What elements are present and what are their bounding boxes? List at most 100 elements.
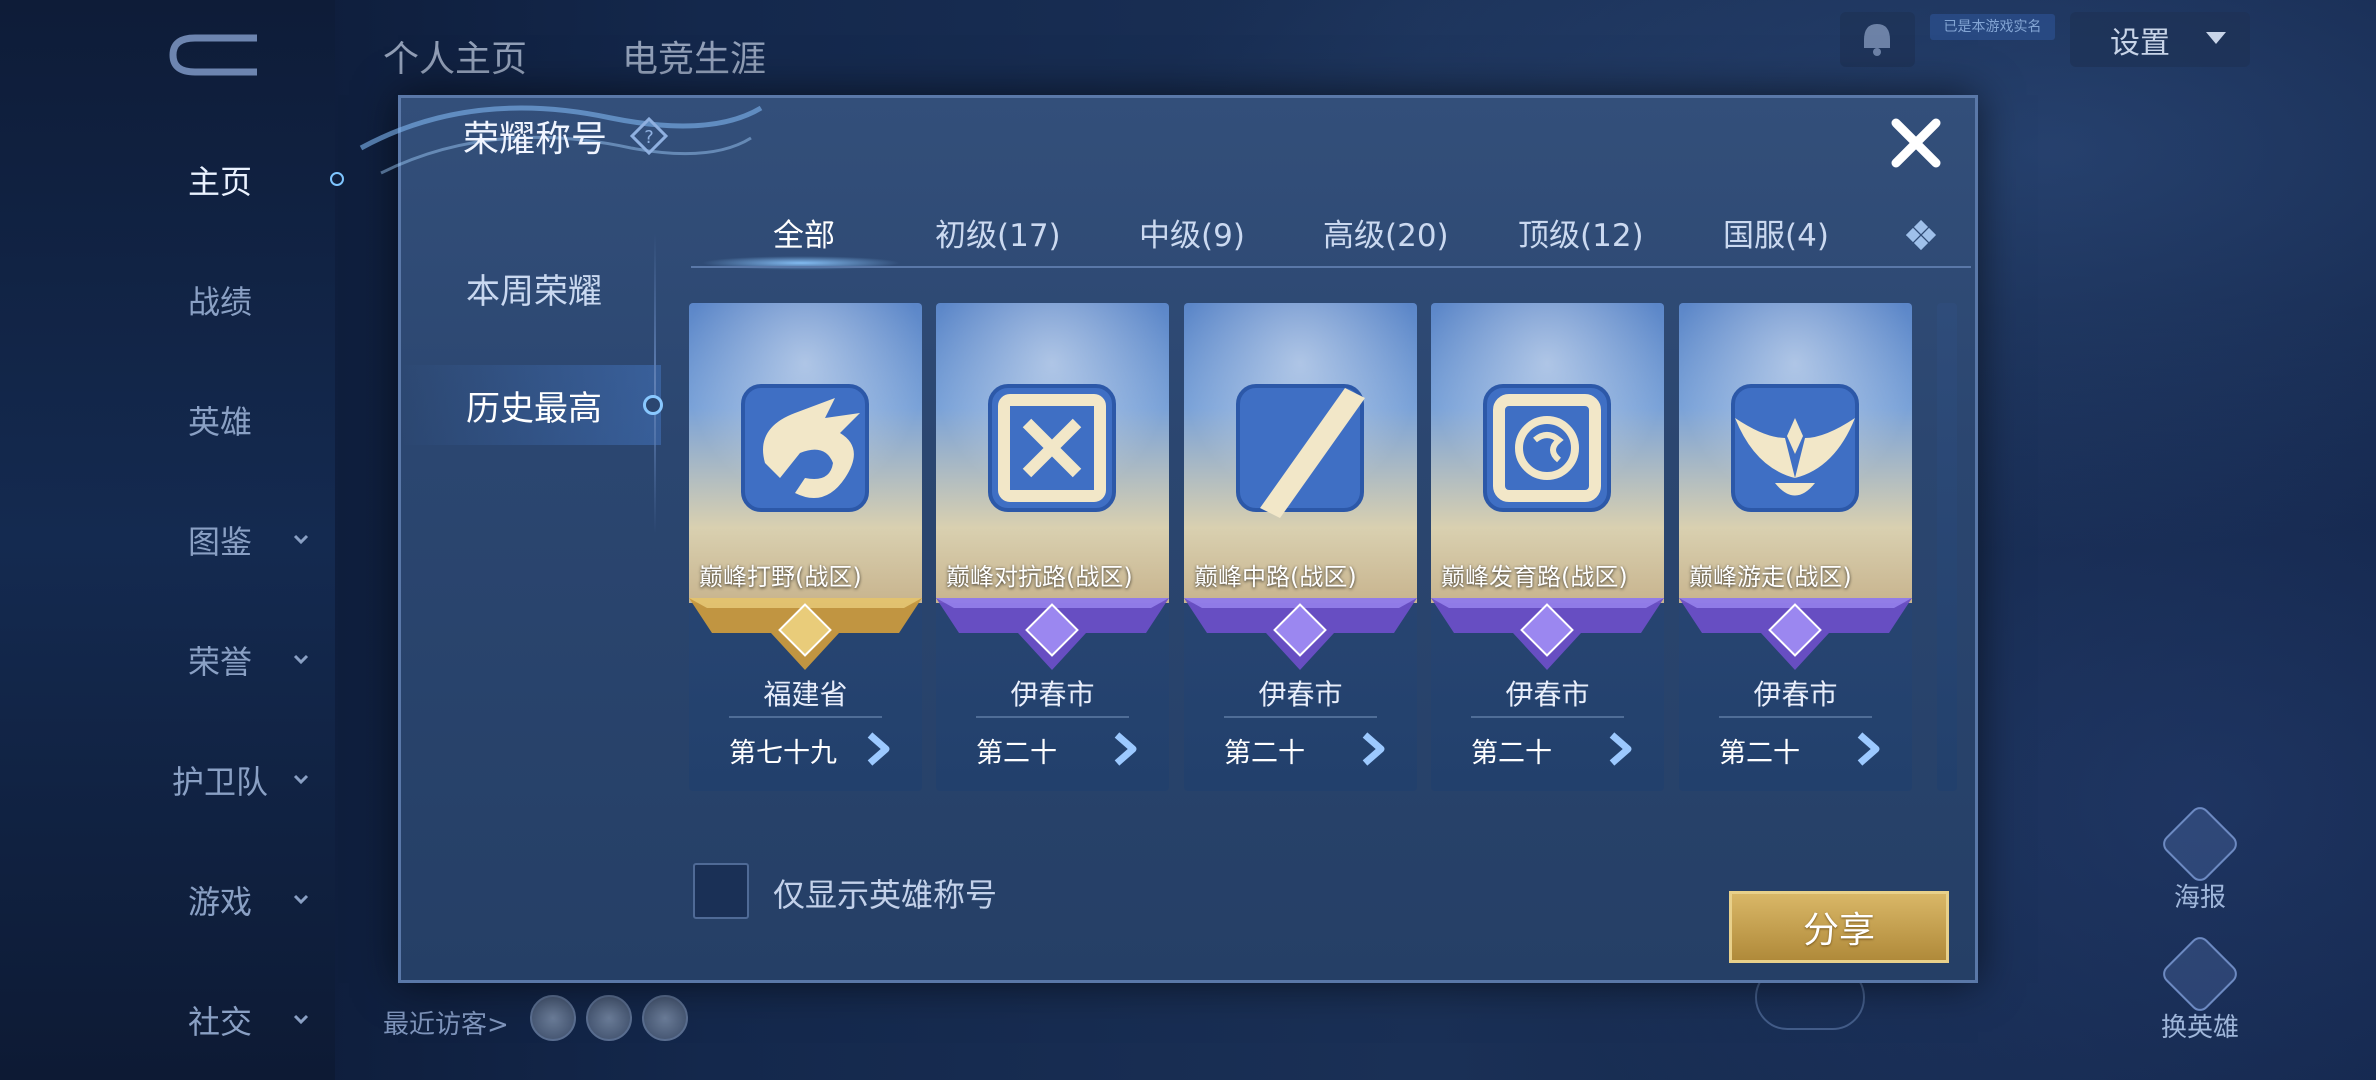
chevron-right-icon[interactable] [864,731,894,767]
card-rank: 第七十九 [729,738,837,769]
tab-historical-best[interactable]: 历史最高 [401,365,661,445]
honor-card[interactable]: 巅峰中路(战区) 伊春市 第二十 [1184,303,1417,791]
poster-icon [2158,802,2242,886]
card-divider [1224,716,1377,718]
purple-rank-badge-icon [1184,598,1417,673]
avatar[interactable] [586,995,632,1041]
card-region: 福建省 [763,678,848,711]
card-title: 巅峰中路(战区) [1194,563,1357,591]
nav-item-1[interactable]: 战绩 [140,270,300,330]
card-region: 伊春市 [1010,678,1095,711]
card-rank: 第二十 [1719,738,1800,769]
nav-active-indicator [330,172,344,186]
settings-label: 设置 [2110,25,2170,61]
next-card-peek[interactable] [1937,303,1957,791]
slash-emblem-icon [1220,368,1380,528]
more-tabs-icon[interactable] [1906,220,1938,252]
card-title: 巅峰发育路(战区) [1441,563,1628,591]
nav-item-2[interactable]: 英雄 [140,390,300,450]
swords-emblem-icon [972,368,1132,528]
nav-item-label: 荣誉 [187,643,252,681]
chevron-right-icon[interactable] [1854,731,1884,767]
nav-item-5[interactable]: 护卫队 [140,750,309,810]
nav-item-label: 英雄 [187,403,252,441]
honor-title-dialog: 荣耀称号 ? 本周荣耀 历史最高 全部 初级(17) 中级(9) 高级(20) … [359,95,1978,983]
card-divider [1471,716,1624,718]
tab-top[interactable]: 顶级(12) [1518,210,1644,260]
tab-junior[interactable]: 初级(17) [935,210,1061,260]
honor-card[interactable]: 巅峰游走(战区) 伊春市第二十 [1679,303,1912,791]
poster-button[interactable]: 海报 [2150,802,2250,914]
chevron-down-icon [293,894,309,905]
card-divider [1719,716,1872,718]
purple-rank-badge-icon [936,598,1169,673]
nav-item-label: 社交 [187,1003,252,1041]
card-region: 伊春市 [1753,678,1838,711]
share-button[interactable]: 分享 [1729,891,1949,963]
nav-item-7[interactable]: 社交 [140,990,309,1050]
notification-button[interactable] [1840,12,1915,67]
hero-title-only-label[interactable]: 仅显示英雄称号 [773,870,997,916]
card-rank: 第二十 [1471,738,1552,769]
tab-national[interactable]: 国服(4) [1723,210,1829,260]
card-title: 巅峰对抗路(战区) [946,563,1133,591]
nav-item-4[interactable]: 荣誉 [140,630,309,690]
chevron-right-icon[interactable] [1111,731,1141,767]
card-divider [976,716,1129,718]
category-underline [691,266,1971,268]
tab-all[interactable]: 全部 [773,210,835,260]
honor-card[interactable]: 巅峰打野(战区) 福建省第七十九 [689,303,922,791]
chevron-down-icon [293,774,309,785]
nav-item-3[interactable]: 图鉴 [140,510,309,570]
purple-rank-badge-icon [1431,598,1664,673]
change-hero-label: 换英雄 [2160,1013,2239,1043]
back-icon[interactable] [165,30,265,80]
chevron-right-icon[interactable] [1359,731,1389,767]
avatar[interactable] [642,995,688,1041]
change-hero-icon [2158,932,2242,1016]
close-icon[interactable] [1886,113,1946,173]
hero-title-only-checkbox[interactable] [693,863,749,919]
chevron-down-icon [293,1014,309,1025]
card-region: 伊春市 [1258,678,1343,711]
nav-item-label: 主页 [187,163,252,201]
active-tab-indicator [643,395,663,415]
svg-text:?: ? [644,127,654,148]
nav-item-label: 战绩 [187,283,252,321]
card-rank: 第二十 [976,738,1057,769]
change-hero-button[interactable]: 换英雄 [2150,932,2250,1044]
tab-esports-career[interactable]: 电竞生涯 [622,30,766,82]
purple-rank-badge-icon [1679,598,1912,673]
gold-rank-badge-icon [689,598,922,673]
tab-profile-home[interactable]: 个人主页 [383,30,527,82]
honor-card[interactable]: 巅峰对抗路(战区) 伊春市第二十 [936,303,1169,791]
chevron-down-icon [293,654,309,665]
left-tab-divider [654,233,656,533]
tab-advanced[interactable]: 高级(20) [1323,210,1449,260]
nav-item-label: 游戏 [187,883,252,921]
chevron-down-icon [293,534,309,545]
chevron-down-icon [2206,32,2226,44]
card-title: 巅峰游走(战区) [1689,563,1852,591]
honor-card[interactable]: 巅峰发育路(战区) 伊春市第二十 [1431,303,1664,791]
dragon-emblem-icon [725,368,885,528]
avatar[interactable] [530,995,576,1041]
card-divider [729,716,882,718]
nav-item-0[interactable]: 主页 [140,150,300,210]
tab-weekly-honor[interactable]: 本周荣耀 [401,248,661,328]
nav-item-6[interactable]: 游戏 [140,870,309,930]
target-emblem-icon [1467,368,1627,528]
tab-intermediate[interactable]: 中级(9) [1139,210,1245,260]
nav-item-label: 图鉴 [187,523,252,561]
recent-visitors-link[interactable]: 最近访客> [383,1004,509,1041]
bell-icon [1864,24,1890,56]
card-title: 巅峰打野(战区) [699,563,862,591]
dialog-title: 荣耀称号 [463,119,608,160]
card-region: 伊春市 [1505,678,1590,711]
help-icon[interactable]: ? [629,116,669,156]
poster-label: 海报 [2173,883,2226,913]
wings-emblem-icon [1715,368,1875,528]
nav-item-label: 护卫队 [171,763,268,801]
settings-dropdown[interactable]: 设置 [2070,12,2250,67]
chevron-right-icon[interactable] [1606,731,1636,767]
